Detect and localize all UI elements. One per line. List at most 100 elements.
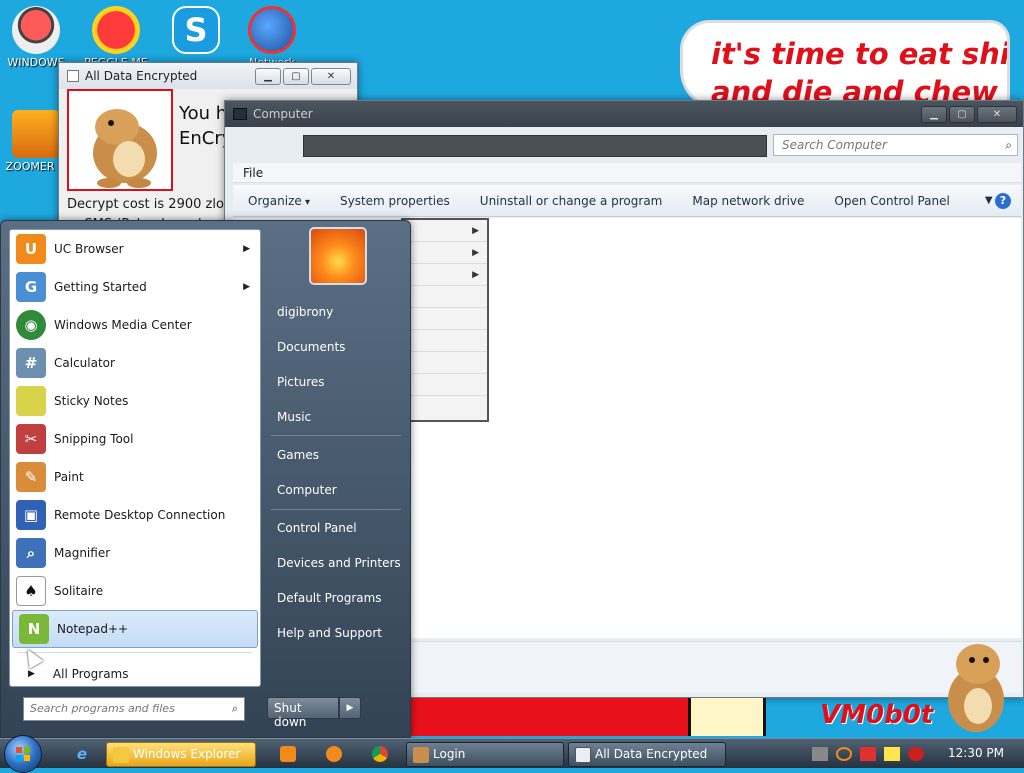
program-item-media-center[interactable]: ◉ Windows Media Center <box>10 306 260 344</box>
pokeball-icon <box>12 6 60 54</box>
message-tray-icon[interactable] <box>884 747 900 761</box>
search-icon[interactable]: ⌕ <box>232 702 238 716</box>
shutdown-options-arrow[interactable]: ▶ <box>339 697 361 719</box>
remote-desktop-icon: ▣ <box>16 500 46 530</box>
program-item-magnifier[interactable]: ⌕ Magnifier <box>10 534 260 572</box>
uninstall-program-button[interactable]: Uninstall or change a program <box>465 194 678 208</box>
hamster-icon <box>413 747 429 763</box>
flyout-row[interactable]: ▶ <box>403 220 487 242</box>
explorer-titlebar[interactable]: Computer ▁ ▢ ✕ <box>225 101 1023 127</box>
address-bar[interactable] <box>303 135 767 157</box>
window-title: All Data Encrypted <box>85 69 198 83</box>
program-label: UC Browser <box>54 242 124 256</box>
search-computer-input[interactable]: Search Computer ⌕ <box>773 134 1018 156</box>
link-music[interactable]: Music <box>277 410 311 424</box>
program-item-calculator[interactable]: # Calculator <box>10 344 260 382</box>
desktop-icon-windows[interactable]: WINDOWS <box>0 6 72 69</box>
hamster-image <box>67 89 173 191</box>
desktop-icon-skype[interactable]: S <box>160 6 232 56</box>
hamster-mascot-image <box>948 644 1004 732</box>
network-tray-icon[interactable] <box>812 747 828 761</box>
program-list: U UC Browser ▶ G Getting Started ▶ ◉ Win… <box>9 229 261 687</box>
peggle-icon <box>92 6 140 54</box>
flag-tray-icon[interactable] <box>860 747 876 761</box>
minimize-button[interactable]: ▁ <box>255 67 281 85</box>
all-programs-label: All Programs <box>52 667 129 681</box>
maximize-button[interactable]: ▢ <box>949 105 975 123</box>
task-label: Login <box>433 747 466 761</box>
start-menu-right-pane: digibrony Documents Pictures Music Games… <box>263 221 411 691</box>
window-icon <box>67 70 79 82</box>
ransom-titlebar[interactable]: All Data Encrypted ▁ ▢ ✕ <box>59 63 357 89</box>
uc-browser-icon[interactable] <box>322 743 346 765</box>
program-item-snipping-tool[interactable]: ✂ Snipping Tool <box>10 420 260 458</box>
command-bar: Organize System properties Uninstall or … <box>233 185 1021 217</box>
ie-icon[interactable]: e <box>70 743 94 765</box>
program-item-notepadpp[interactable]: N Notepad++ <box>12 610 258 648</box>
program-label: Solitaire <box>54 584 104 598</box>
link-help-support[interactable]: Help and Support <box>277 626 382 640</box>
link-devices-printers[interactable]: Devices and Printers <box>277 556 401 570</box>
program-item-remote-desktop[interactable]: ▣ Remote Desktop Connection <box>10 496 260 534</box>
open-control-panel-button[interactable]: Open Control Panel <box>819 194 964 208</box>
link-computer[interactable]: Computer <box>277 483 337 497</box>
maximize-button[interactable]: ▢ <box>283 67 309 85</box>
link-games[interactable]: Games <box>277 448 319 462</box>
link-user[interactable]: digibrony <box>277 305 333 319</box>
flyout-row[interactable] <box>403 374 487 396</box>
program-item-sticky-notes[interactable]: Sticky Notes <box>10 382 260 420</box>
menu-file[interactable]: File <box>243 166 263 180</box>
link-pictures[interactable]: Pictures <box>277 375 325 389</box>
program-item-uc-browser[interactable]: U UC Browser ▶ <box>10 230 260 268</box>
program-item-solitaire[interactable]: ♠ Solitaire <box>10 572 260 610</box>
taskbar-task-login[interactable]: Login <box>406 742 564 767</box>
program-label: Snipping Tool <box>54 432 134 446</box>
organize-button[interactable]: Organize <box>233 194 325 208</box>
snipping-tool-icon: ✂ <box>16 424 46 454</box>
address-row: Search Computer ⌕ <box>231 133 1021 157</box>
chevron-right-icon: ▶ <box>243 282 250 292</box>
link-default-programs[interactable]: Default Programs <box>277 591 382 605</box>
flyout-row[interactable]: ▶ <box>403 264 487 286</box>
paint-icon: ✎ <box>16 462 46 492</box>
wallpaper-red-band <box>410 698 690 736</box>
close-button[interactable]: ✕ <box>311 67 351 85</box>
link-documents[interactable]: Documents <box>277 340 345 354</box>
minimize-button[interactable]: ▁ <box>921 105 947 123</box>
chevron-right-icon: ▶ <box>243 244 250 254</box>
program-item-getting-started[interactable]: G Getting Started ▶ <box>10 268 260 306</box>
search-tray-icon[interactable] <box>836 747 852 761</box>
search-icon[interactable]: ⌕ <box>1005 138 1012 153</box>
flyout-row[interactable] <box>403 330 487 352</box>
start-search-input[interactable]: Search programs and files ⌕ <box>23 697 245 721</box>
system-tray <box>812 743 924 765</box>
program-label: Calculator <box>54 356 115 370</box>
flyout-row[interactable] <box>403 352 487 374</box>
window-title: Computer <box>253 107 313 121</box>
flyout-row[interactable] <box>403 286 487 308</box>
program-item-paint[interactable]: ✎ Paint <box>10 458 260 496</box>
desktop-icon-peggle[interactable]: PEGGLE ME <box>80 6 152 69</box>
link-control-panel[interactable]: Control Panel <box>277 521 357 535</box>
program-label: Remote Desktop Connection <box>54 508 226 522</box>
map-network-drive-button[interactable]: Map network drive <box>677 194 819 208</box>
flyout-row[interactable] <box>403 308 487 330</box>
chevron-down-icon[interactable]: ▼ <box>985 195 993 206</box>
chrome-icon[interactable] <box>368 743 392 765</box>
taskbar-task-ransom[interactable]: All Data Encrypted <box>568 742 726 767</box>
system-properties-button[interactable]: System properties <box>325 194 465 208</box>
zoomer-icon <box>12 110 60 158</box>
help-icon[interactable]: ? <box>995 192 1011 209</box>
speaker-tray-icon[interactable] <box>908 747 924 761</box>
media-player-icon[interactable] <box>276 743 300 765</box>
taskbar-task-explorer[interactable]: Windows Explorer <box>106 742 256 767</box>
program-label: Getting Started <box>54 280 147 294</box>
user-avatar[interactable] <box>309 227 367 285</box>
shutdown-button[interactable]: Shut down <box>267 697 339 729</box>
desktop-icon-network[interactable]: Network <box>236 6 308 69</box>
start-button[interactable] <box>4 735 42 773</box>
taskbar-clock[interactable]: 12:30 PM <box>948 746 1004 760</box>
magnifier-icon: ⌕ <box>16 538 46 568</box>
flyout-row[interactable]: ▶ <box>403 242 487 264</box>
close-button[interactable]: ✕ <box>977 105 1017 123</box>
